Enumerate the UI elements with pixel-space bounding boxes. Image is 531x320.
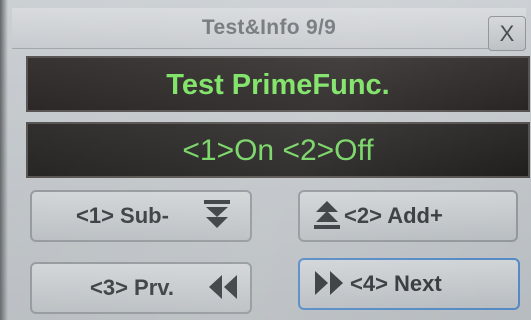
sub-button-label: <1> Sub- <box>76 203 169 228</box>
title-bar: Test&Info 9/9 X <box>12 8 526 51</box>
function-title-panel: Test PrimeFunc. <box>26 56 530 112</box>
dialog-title: Test&Info 9/9 <box>201 16 337 39</box>
double-arrow-right-icon <box>315 271 343 295</box>
status-panel: <1>On <2>Off <box>26 122 530 178</box>
next-button[interactable]: <4> Next <box>298 258 520 310</box>
double-chevron-down-icon <box>204 200 230 228</box>
double-arrow-left-icon <box>209 275 237 299</box>
bezel-edge <box>0 0 8 320</box>
add-button[interactable]: <2> Add+ <box>298 190 518 242</box>
previous-button-label: <3> Prv. <box>90 275 174 300</box>
function-title: Test PrimeFunc. <box>166 69 390 101</box>
status-text: <1>On <2>Off <box>182 134 374 167</box>
previous-button[interactable]: <3> Prv. <box>30 262 252 314</box>
sub-button[interactable]: <1> Sub- <box>30 190 252 242</box>
next-button-label: <4> Next <box>350 271 442 296</box>
double-chevron-up-icon <box>314 201 340 229</box>
screen: Test&Info 9/9 X Test PrimeFunc. <1>On <2… <box>0 0 531 320</box>
close-button[interactable]: X <box>488 16 526 51</box>
add-button-label: <2> Add+ <box>344 203 443 228</box>
